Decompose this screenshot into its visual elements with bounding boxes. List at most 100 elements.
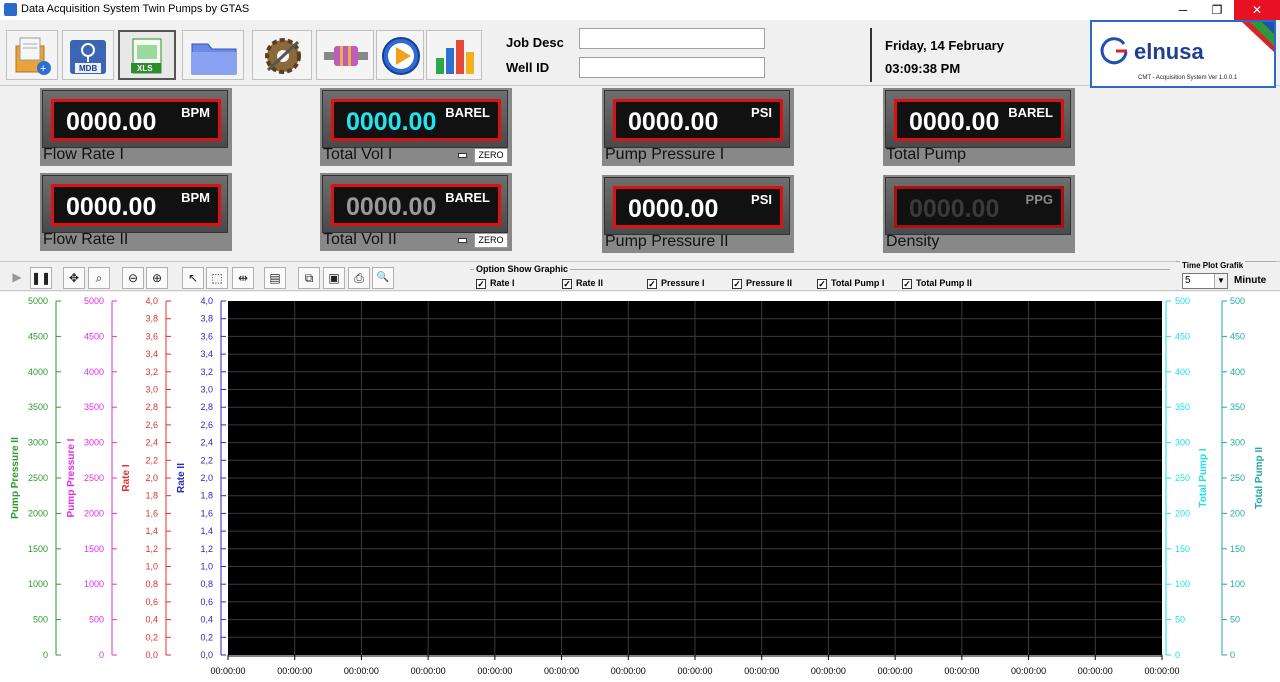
y-tick-label: 1,4 [200,526,213,536]
y-tick-label: 100 [1230,579,1245,589]
option-total-pump-1[interactable]: ✓ Total Pump I [817,278,884,289]
y-tick-label: 450 [1175,331,1190,341]
zero-toggle[interactable] [458,153,467,158]
job-desc-field[interactable] [579,28,765,49]
chart-properties-button[interactable]: ▤ [264,267,286,289]
y-tick-label: 3,8 [145,314,158,324]
option-rate-1[interactable]: ✓ Rate I [476,278,515,289]
option-pressure-2[interactable]: ✓ Pressure II [732,278,792,289]
y-tick-label: 2,0 [200,473,213,483]
y-tick-label: 1,6 [145,508,158,518]
option-rate-2[interactable]: ✓ Rate II [562,278,603,289]
chevron-down-icon[interactable]: ▼ [1214,274,1227,288]
maximize-button[interactable]: ❐ [1200,0,1234,20]
mdb-label: MDB [79,64,97,73]
meter-value: 0000.00 [628,108,719,136]
chart-pointer-button[interactable]: ↖ [182,267,204,289]
y-tick-label: 0,8 [200,579,213,589]
mdb-button[interactable]: MDB [62,30,114,80]
new-file-button[interactable]: + [6,30,58,80]
chart-zoom-box-button[interactable]: ⌕ [88,267,110,289]
mdb-database-icon: MDB [70,40,106,74]
option-show-graphic-group: Option Show Graphic ✓ Rate I ✓ Rate II ✓ Pr… [470,264,1170,291]
y-tick-label: 300 [1175,438,1190,448]
y-tick-label: 1500 [84,544,104,554]
time-plot-select[interactable]: 5 ▼ [1182,273,1228,289]
x-tick-label: 00:00:00 [344,666,379,676]
zero-button-1[interactable]: ZERO [474,148,508,163]
divider [870,28,872,82]
time-plot-group: Time Plot Grafik 5 ▼ Minute [1176,261,1276,291]
x-tick-label: 00:00:00 [744,666,779,676]
xls-export-button[interactable]: XLS [118,30,176,80]
chart-zoom-in-button[interactable]: ⊕ [146,267,168,289]
minimize-button[interactable]: ─ [1166,0,1200,20]
y-tick-label: 2,8 [200,402,213,412]
y-tick-label: 1,2 [145,544,158,554]
y-tick-label: 2,0 [145,473,158,483]
meter-caption: Flow Rate II [43,231,129,248]
chart-split-button[interactable]: ⇹ [232,267,254,289]
meter-caption: Total Vol II [323,231,397,248]
zero-button-2[interactable]: ZERO [474,233,508,248]
chart-pause-button[interactable]: ❚❚ [30,267,52,289]
plot-area: 00:00:00 00:00:00 00:00:00 00:00:00 00:00:00… [0,292,1280,682]
y-tick-label: 2,8 [145,402,158,412]
chart-copy-button[interactable]: ⧉ [298,267,320,289]
meter-screen: 0000.00 PPG [894,186,1064,228]
checkbox[interactable]: ✓ [732,279,742,289]
checkbox[interactable]: ✓ [562,279,572,289]
meter-screen: 0000.00 BAREL [894,99,1064,141]
option-total-pump-2[interactable]: ✓ Total Pump II [902,278,972,289]
close-button[interactable]: ✕ [1234,0,1280,20]
meter-total-vol-1: 0000.00 BAREL Total Vol I ZERO [320,88,512,166]
logo-subtitle: CMT - Acquisition System Ver 1.0.0.1 [1138,75,1238,81]
chart-save-button[interactable]: ▣ [323,267,345,289]
chart-pan-button[interactable]: ✥ [63,267,85,289]
play-button[interactable] [376,30,424,80]
chart-play-button[interactable]: ▶ [6,267,28,289]
y-tick-label: 2,2 [200,455,213,465]
meter-unit: BAREL [445,105,490,120]
option-label: Rate II [576,278,604,288]
chart-button[interactable] [426,30,482,80]
checkbox[interactable]: ✓ [476,279,486,289]
checkbox[interactable]: ✓ [817,279,827,289]
meter-screen: 0000.00 BAREL [331,99,501,141]
x-tick-label: 00:00:00 [477,666,512,676]
chart-zoom-out-button[interactable]: ⊖ [122,267,144,289]
meter-total-pump: 0000.00 BAREL Total Pump [883,88,1075,166]
option-pressure-1[interactable]: ✓ Pressure I [647,278,705,289]
trend-chart[interactable]: 00:00:00 00:00:00 00:00:00 00:00:00 00:00:00… [0,292,1280,682]
y-tick-label: 3,6 [200,331,213,341]
checkbox[interactable]: ✓ [902,279,912,289]
x-tick-label: 00:00:00 [944,666,979,676]
y-axis-title: Total Pump II [1254,447,1265,509]
checkbox[interactable]: ✓ [647,279,657,289]
y-tick-label: 50 [1175,615,1185,625]
y-tick-label: 200 [1175,508,1190,518]
folder-icon [191,43,237,75]
settings-button[interactable] [252,30,312,80]
y-tick-label: 0,2 [145,632,158,642]
zero-toggle[interactable] [458,238,467,243]
chart-select-rect-button[interactable]: ⬚ [206,267,228,289]
well-id-field[interactable] [579,57,765,78]
y-tick-label: 100 [1175,579,1190,589]
y-tick-label: 2,6 [200,420,213,430]
open-folder-button[interactable] [182,30,244,80]
chart-print-preview-button[interactable]: 🔍 [372,267,394,289]
chart-print-button[interactable]: ⎙ [348,267,370,289]
y-tick-label: 1500 [28,544,48,554]
meter-caption: Flow Rate I [43,146,124,163]
y-axis-title: Pump Pressure II [10,437,21,519]
y-tick-label: 350 [1175,402,1190,412]
y-tick-label: 4500 [84,331,104,341]
meter-caption: Total Vol I [323,146,393,163]
y-tick-label: 2000 [84,508,104,518]
meter-value: 0000.00 [66,108,157,136]
meter-flow-rate-2: 0000.00 BPM Flow Rate II [40,173,232,251]
y-tick-label: 400 [1175,367,1190,377]
y-tick-label: 3,2 [145,367,158,377]
connector-button[interactable] [316,30,374,80]
